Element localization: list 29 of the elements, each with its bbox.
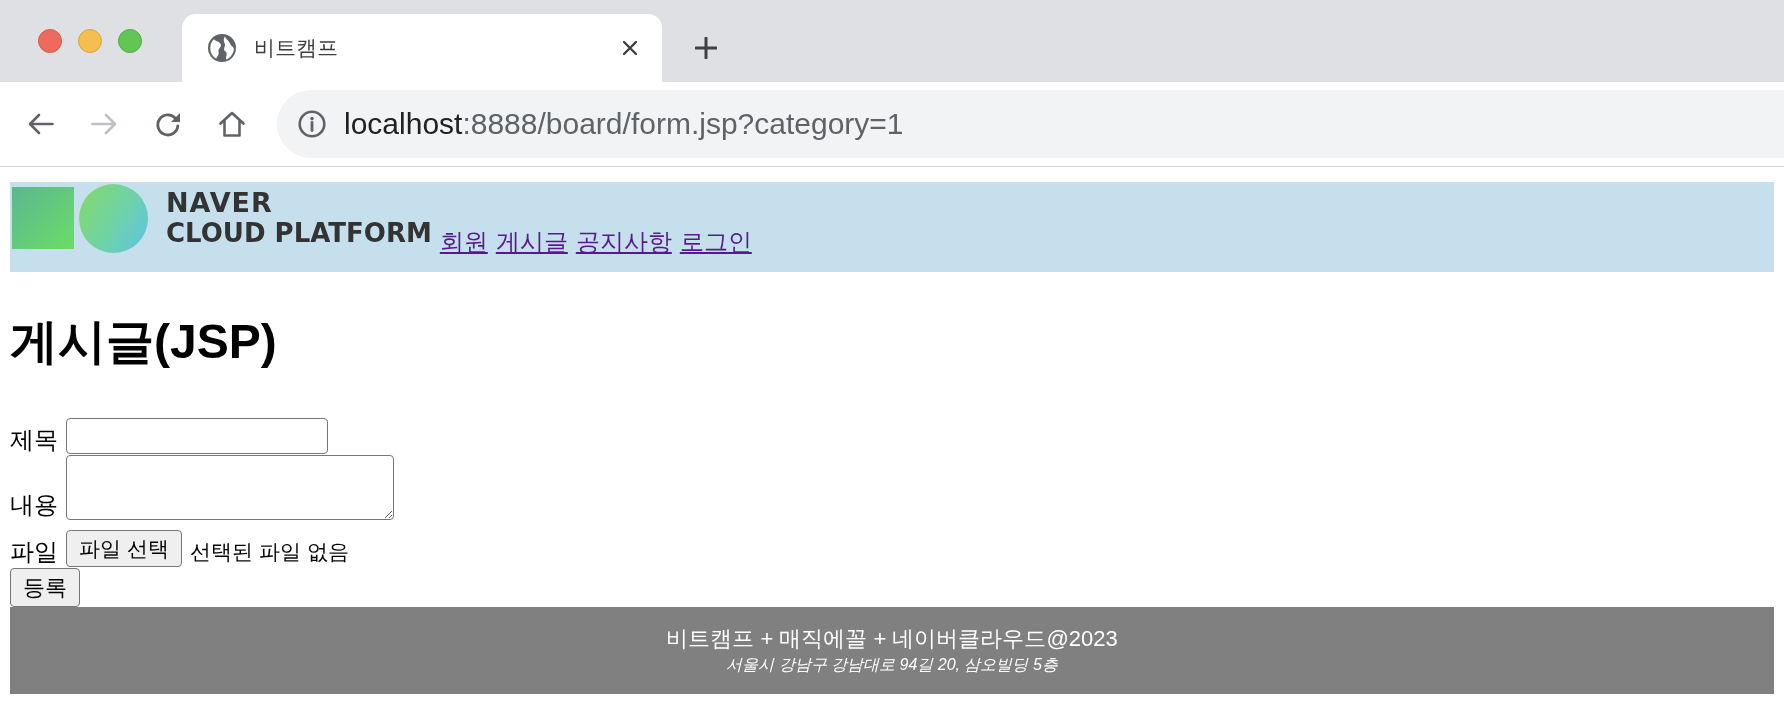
logo-subtitle-text: CLOUD PLATFORM (166, 218, 432, 248)
textarea-field[interactable] (66, 455, 394, 520)
plus-icon[interactable] (695, 37, 717, 59)
form-label: 제목 (10, 425, 58, 455)
nav-link[interactable]: 게시글 (495, 226, 568, 258)
nav-link[interactable]: 공지사항 (575, 226, 672, 258)
logo-square-icon (12, 187, 74, 249)
page-heading: 게시글(JSP) (10, 314, 278, 370)
nav-link[interactable]: 회원 (439, 226, 488, 258)
logo-text: NAVER (166, 188, 274, 218)
arrow-left-icon[interactable] (26, 113, 54, 135)
logo-circle-icon (79, 184, 148, 253)
footer-text: 비트캠프 + 매직에꼴 + 네이버클라우드@2023 (665, 625, 1119, 653)
submit-button[interactable]: 등록 (10, 568, 80, 607)
address-bar[interactable]: localhost:8888/board/form.jsp?category=1 (277, 90, 1784, 158)
info-icon (298, 110, 326, 138)
nav-link[interactable]: 로그인 (679, 226, 752, 258)
footer-address-text: 서울시 강남구 강남대로 94길 20, 삼오빌딩 5층 (725, 655, 1059, 675)
globe-icon (208, 34, 236, 62)
close-icon[interactable] (622, 40, 638, 56)
url-text: localhost:8888/board/form.jsp?category=1 (344, 107, 904, 141)
form-label: 파일 (10, 537, 58, 567)
file-choose-button[interactable]: 파일 선택 (66, 530, 182, 567)
browser-tab[interactable]: 비트캠프 (182, 14, 662, 82)
window-close-icon[interactable] (38, 29, 62, 53)
form-label: 내용 (10, 490, 58, 520)
file-status-text: 선택된 파일 없음 (190, 539, 349, 565)
house-icon[interactable] (218, 110, 246, 138)
input-field[interactable] (66, 418, 328, 454)
